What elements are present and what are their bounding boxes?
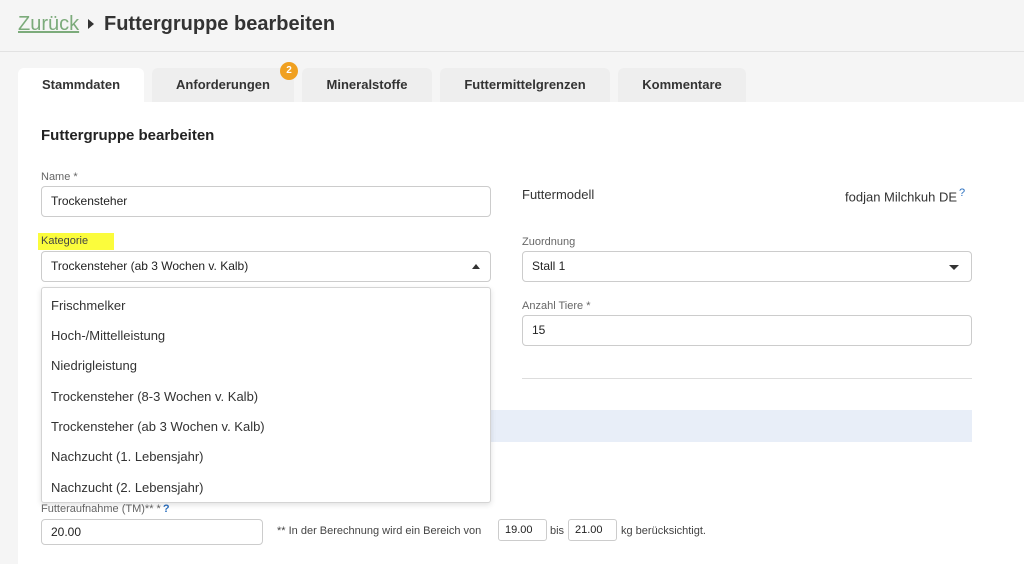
name-input[interactable]: Trockensteher [41, 186, 491, 217]
dropdown-option[interactable]: Trockensteher (ab 3 Wochen v. Kalb) [51, 419, 265, 434]
futtermodell-value: fodjan Milchkuh DE? [845, 187, 965, 204]
back-link[interactable]: Zurück [18, 13, 79, 36]
dropdown-option[interactable]: Trockensteher (8-3 Wochen v. Kalb) [51, 389, 258, 404]
kategorie-select[interactable]: Trockensteher (ab 3 Wochen v. Kalb) [41, 251, 491, 282]
dropdown-option[interactable]: Frischmelker [51, 298, 125, 313]
range-mid-text: bis [550, 525, 565, 537]
dropdown-option[interactable]: Niedrigleistung [51, 358, 137, 373]
anzahl-tiere-input[interactable]: 15 [522, 315, 972, 346]
range-from-input[interactable]: 19.00 [498, 519, 547, 541]
futtermodell-text: fodjan Milchkuh DE [845, 189, 957, 205]
futteraufnahme-help-icon[interactable]: ? [163, 503, 170, 515]
kategorie-label: Kategorie [41, 235, 89, 247]
caret-up-icon [472, 264, 480, 269]
range-to-input[interactable]: 21.00 [568, 519, 617, 541]
kategorie-selected-value: Trockensteher (ab 3 Wochen v. Kalb) [51, 259, 249, 273]
tab-stammdaten[interactable]: Stammdaten [18, 68, 144, 102]
breadcrumb-chevron-icon [88, 19, 94, 29]
page-title: Futtergruppe bearbeiten [104, 13, 336, 35]
top-bar: Zurück Futtergruppe bearbeiten [0, 0, 1024, 52]
tab-anforderungen[interactable]: Anforderungen [152, 68, 294, 102]
dropdown-option[interactable]: Nachzucht (1. Lebensjahr) [51, 449, 203, 464]
dropdown-option[interactable]: Hoch-/Mittelleistung [51, 328, 165, 343]
zuordnung-label: Zuordnung [522, 236, 576, 248]
range-note-prefix: ** In der Berechnung wird ein Bereich vo… [277, 525, 482, 537]
futteraufnahme-label: Futteraufnahme (TM)** *? [41, 503, 170, 515]
tab-futtermittelgrenzen[interactable]: Futtermittelgrenzen [440, 68, 610, 102]
anzahl-tiere-label: Anzahl Tiere * [522, 300, 591, 312]
zuordnung-select[interactable]: Stall 1 [522, 251, 972, 282]
tab-mineralstoffe[interactable]: Mineralstoffe [302, 68, 432, 102]
futtermodell-help-icon[interactable]: ? [959, 187, 965, 199]
anforderungen-badge: 2 [280, 62, 298, 80]
tab-kommentare[interactable]: Kommentare [618, 68, 746, 102]
futtermodell-label: Futtermodell [522, 187, 595, 202]
futteraufnahme-label-text: Futteraufnahme (TM)** * [41, 503, 161, 515]
zuordnung-selected-value: Stall 1 [532, 259, 566, 273]
range-suffix-text: kg berücksichtigt. [621, 525, 706, 537]
futteraufnahme-input[interactable]: 20.00 [41, 519, 263, 545]
divider [522, 378, 972, 379]
kategorie-dropdown-menu: Frischmelker Hoch-/Mittelleistung Niedri… [41, 287, 491, 503]
section-title: Futtergruppe bearbeiten [41, 127, 215, 144]
name-label: Name * [41, 171, 78, 183]
info-bar [490, 410, 972, 442]
dropdown-option[interactable]: Nachzucht (2. Lebensjahr) [51, 480, 203, 495]
chevron-down-icon [949, 265, 959, 270]
